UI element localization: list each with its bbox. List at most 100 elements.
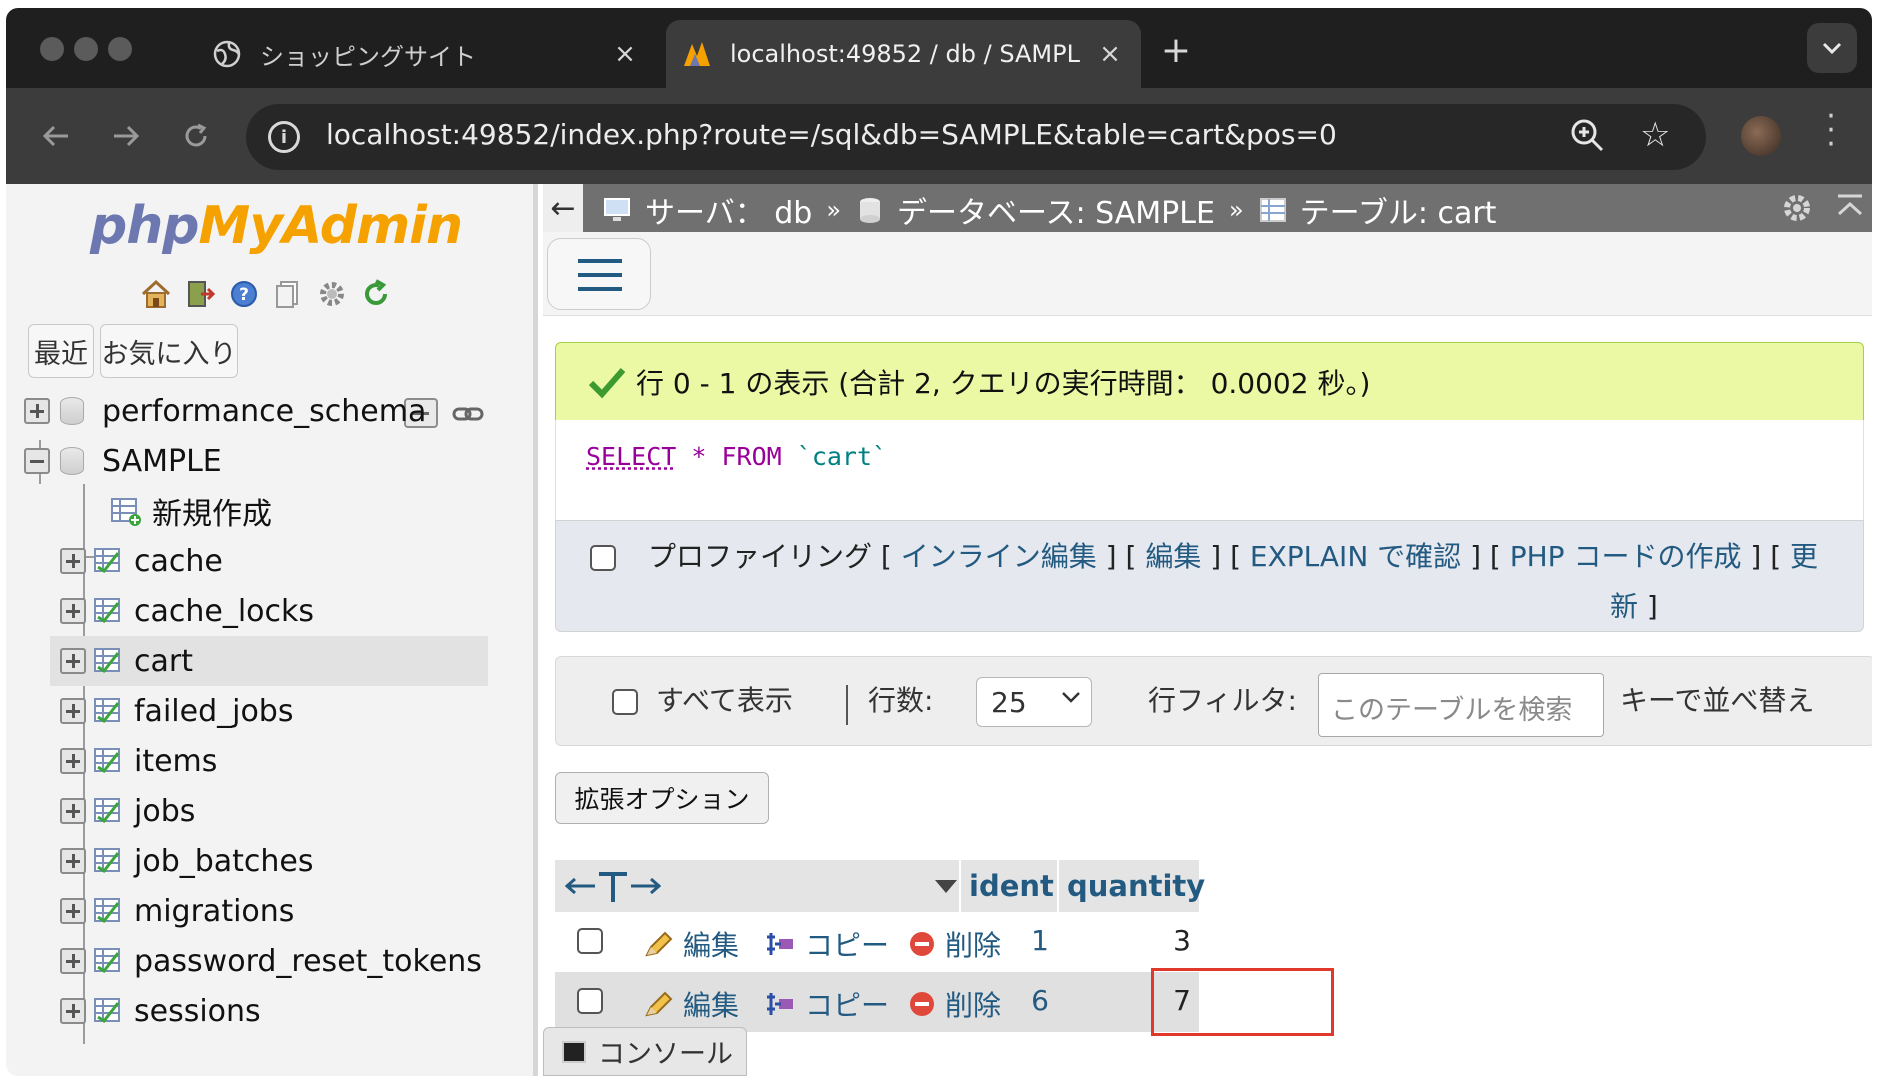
console-toggle[interactable]: コンソール [543,1027,747,1076]
table-icon[interactable] [92,545,124,577]
cell-ident[interactable]: 6 [961,984,1049,1017]
row-checkbox[interactable] [577,988,603,1014]
expand-icon[interactable] [60,948,86,974]
zoom-icon[interactable] [1568,116,1608,156]
documentation-icon[interactable] [270,276,306,312]
link-with-main-icon[interactable] [452,406,484,422]
cell-quantity[interactable]: 3 [1059,924,1191,957]
show-all-label[interactable]: すべて表示 [656,679,793,719]
table-icon[interactable] [92,645,124,677]
tab-phpmyadmin[interactable]: localhost:49852 / db / SAMPL × [666,20,1141,88]
tree-table-item[interactable]: jobs [60,786,195,836]
table-icon[interactable] [92,995,124,1027]
tree-table-item[interactable]: migrations [60,886,294,936]
minimize-window-button[interactable] [74,37,98,61]
table-icon[interactable] [92,745,124,777]
table-icon[interactable] [92,845,124,877]
expand-icon[interactable] [60,548,86,574]
tree-table-item[interactable]: cache_locks [60,586,314,636]
table-icon[interactable] [92,895,124,927]
recent-button[interactable]: 最近 [28,324,94,378]
expand-icon[interactable] [60,598,86,624]
favorites-button[interactable]: お気に入り [100,324,238,378]
sql-query[interactable]: SELECT * FROM `cart` [586,442,887,471]
show-all-checkbox[interactable] [612,689,638,715]
profiling-checkbox[interactable] [590,545,616,571]
tree-table-item[interactable]: password_reset_tokens [60,936,482,986]
forward-button[interactable] [102,112,150,160]
logout-icon[interactable] [182,276,218,312]
edit-row-button[interactable]: 編集 [643,924,739,964]
expand-icon[interactable] [60,898,86,924]
tree-table-item[interactable]: job_batches [60,836,314,886]
tree-table-label[interactable]: items [134,744,217,779]
tree-table-item[interactable]: cart [50,636,488,686]
settings-gear-icon[interactable] [1781,192,1813,224]
expand-icon[interactable] [60,848,86,874]
toggle-navigation-arrow-icon[interactable]: ← [543,184,583,232]
breadcrumb-server[interactable]: サーバ： db [645,188,812,232]
home-icon[interactable] [138,276,174,312]
column-resize-arrows-icon[interactable] [565,866,661,906]
explain-link[interactable]: EXPLAIN で確認 [1250,540,1461,573]
refresh-link-continued[interactable]: 新 [1610,590,1638,623]
table-icon[interactable] [92,795,124,827]
tab-search-button[interactable] [1807,23,1857,73]
collapse-icon[interactable] [24,448,50,474]
cell-ident[interactable]: 1 [961,924,1049,957]
expand-icon[interactable] [24,398,50,424]
copy-row-button[interactable]: コピー [765,924,889,964]
reload-button[interactable] [172,112,220,160]
tree-table-label[interactable]: cart [134,644,193,679]
profile-avatar[interactable] [1741,116,1781,156]
tree-table-label[interactable]: cache [134,544,223,579]
sort-triangle-icon[interactable] [933,877,959,895]
tree-table-label[interactable]: migrations [134,894,294,929]
tree-table-label[interactable]: cache_locks [134,594,314,629]
close-window-button[interactable] [40,37,64,61]
maximize-window-button[interactable] [108,37,132,61]
rows-per-page-select[interactable]: 25 [976,677,1092,727]
tree-db-performance-schema[interactable]: performance_schema [24,386,426,436]
tree-table-label[interactable]: password_reset_tokens [134,944,482,979]
tree-table-label[interactable]: sessions [134,994,261,1029]
tree-table-item[interactable]: sessions [60,986,261,1036]
refresh-link[interactable]: 更 [1790,540,1818,573]
expand-icon[interactable] [60,798,86,824]
tab-shopping-site[interactable]: ショッピングサイト × [196,20,656,88]
copy-row-button[interactable]: コピー [765,984,889,1024]
back-button[interactable] [32,112,80,160]
tree-table-item[interactable]: failed_jobs [60,686,293,736]
breadcrumb-table[interactable]: テーブル: cart [1300,188,1497,232]
column-header-ident[interactable]: ident [961,860,1057,912]
address-bar[interactable]: i localhost:49852/index.php?route=/sql&d… [246,104,1706,170]
url-text[interactable]: localhost:49852/index.php?route=/sql&db=… [326,118,1337,151]
bookmark-star-icon[interactable]: ☆ [1640,115,1670,155]
extra-options-button[interactable]: 拡張オプション [555,772,769,824]
tree-table-item[interactable]: cache [60,536,223,586]
reload-navigation-icon[interactable] [358,276,394,312]
new-tab-button[interactable]: + [1156,30,1196,71]
tree-table-label[interactable]: failed_jobs [134,694,293,729]
expand-icon[interactable] [60,998,86,1024]
menu-button[interactable] [547,238,651,310]
expand-icon[interactable] [60,748,86,774]
inline-edit-link[interactable]: インライン編集 [901,540,1097,573]
settings-gear-icon[interactable] [314,276,350,312]
browser-menu-icon[interactable]: · · · [1821,102,1841,160]
tree-table-label[interactable]: job_batches [134,844,314,879]
help-icon[interactable]: ? [226,276,262,312]
table-icon[interactable] [92,695,124,727]
tree-new-table[interactable]: 新規作成 [110,486,272,536]
create-php-code-link[interactable]: PHP コードの作成 [1510,540,1742,573]
table-icon[interactable] [92,945,124,977]
collapse-top-icon[interactable] [1835,192,1865,222]
tree-table-item[interactable]: items [60,736,217,786]
breadcrumb-database[interactable]: データベース: SAMPLE [897,188,1215,232]
column-header-quantity[interactable]: quantity [1059,860,1205,912]
row-filter-input[interactable]: このテーブルを検索 [1318,673,1604,737]
expand-icon[interactable] [60,698,86,724]
edit-row-button[interactable]: 編集 [643,984,739,1024]
tree-db-sample[interactable]: SAMPLE [24,436,222,486]
phpmyadmin-logo[interactable]: phpMyAdmin [90,196,463,256]
